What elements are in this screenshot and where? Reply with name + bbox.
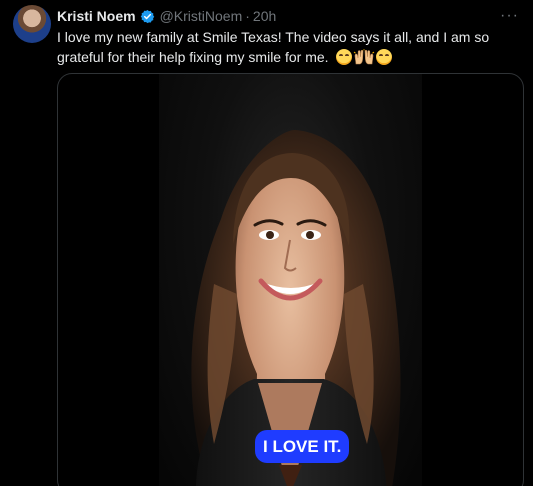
emoji-group (336, 49, 393, 65)
tweet-text: I love my new family at Smile Texas! The… (57, 29, 490, 65)
smiling-face-icon (376, 49, 393, 65)
media-card[interactable]: I LOVE IT. (57, 73, 524, 486)
video-frame-illustration (191, 129, 401, 486)
tweet-body: I love my new family at Smile Texas! The… (57, 27, 507, 67)
handle[interactable]: @KristiNoem (160, 8, 243, 24)
video-player[interactable]: I LOVE IT. (159, 74, 422, 486)
tweet-container[interactable]: Kristi Noem @KristiNoem · 20h ··· I love… (0, 0, 533, 486)
tweet-timestamp[interactable]: 20h (253, 8, 276, 24)
video-caption: I LOVE IT. (255, 430, 350, 463)
more-options-icon[interactable]: ··· (500, 7, 519, 25)
smiling-face-icon (336, 49, 353, 65)
verified-badge-icon (140, 9, 155, 24)
tweet-header: Kristi Noem @KristiNoem · 20h (57, 6, 276, 26)
display-name[interactable]: Kristi Noem (57, 8, 136, 24)
raising-hands-icon (353, 49, 375, 65)
avatar[interactable] (13, 5, 51, 43)
meta-separator: · (245, 8, 250, 24)
